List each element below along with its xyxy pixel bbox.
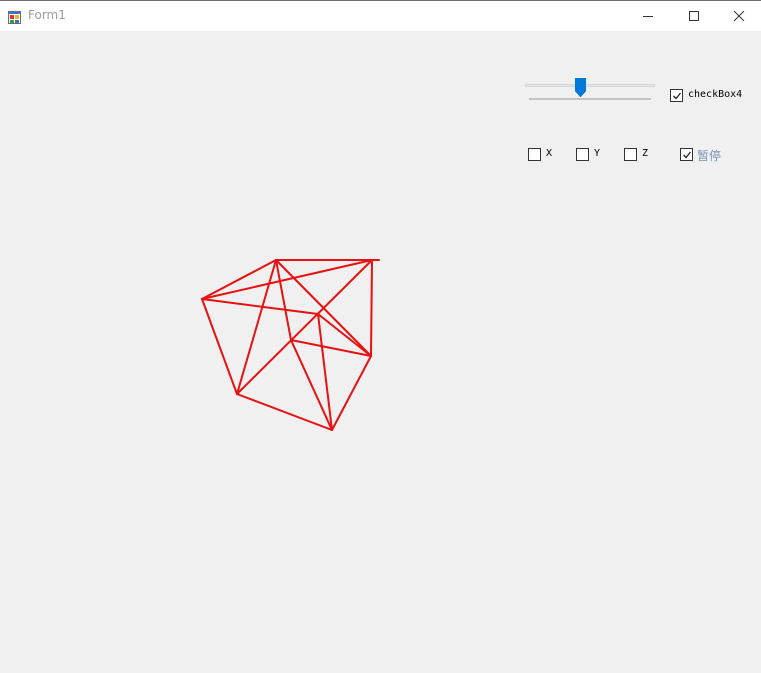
checkbox-x-box[interactable] [528,148,541,161]
maximize-icon [689,11,699,21]
edge [370,259,373,357]
edge [331,355,372,431]
checkbox-y-box[interactable] [576,148,589,161]
checkbox-pause-box[interactable] [680,148,693,161]
edge [201,259,373,300]
trackbar-rail [525,84,655,87]
checkbox-y[interactable]: Y [576,147,602,163]
trackbar-thumb[interactable] [574,78,586,97]
checkmark-icon [673,92,682,100]
title-bar[interactable]: Form1 [0,1,761,31]
checkbox4-label: checkBox4 [688,89,743,100]
checkbox-y-label: Y [594,148,601,159]
checkbox4[interactable]: checkBox4 [670,88,750,104]
edge [201,298,238,395]
trackbar-tick-line [529,98,651,100]
checkbox-x[interactable]: X [528,147,554,163]
checkbox-pause-label: 暂停 [697,149,722,163]
checkbox-z-label: Z [642,148,649,159]
checkbox-x-label: X [546,148,553,159]
wireframe-polyhedron [201,259,380,431]
form1-window: Form1 checkBox4 X Y Z 暂停 [0,0,761,673]
checkbox4-box[interactable] [670,89,683,102]
minimize-button[interactable] [625,1,671,31]
close-icon [733,11,745,22]
window-title: Form1 [28,8,66,22]
app-icon [8,9,21,24]
edge [201,259,277,300]
checkmark-icon [683,151,692,159]
speed-trackbar[interactable] [524,75,658,103]
close-button[interactable] [716,1,761,31]
checkbox-z-box[interactable] [624,148,637,161]
checkbox-pause[interactable]: 暂停 [680,147,730,163]
wireframe-canvas [201,259,380,431]
client-area: checkBox4 X Y Z 暂停 [0,31,761,673]
minimize-icon [643,16,653,17]
maximize-button[interactable] [671,1,717,31]
edge [290,339,372,357]
checkbox-z[interactable]: Z [624,147,650,163]
